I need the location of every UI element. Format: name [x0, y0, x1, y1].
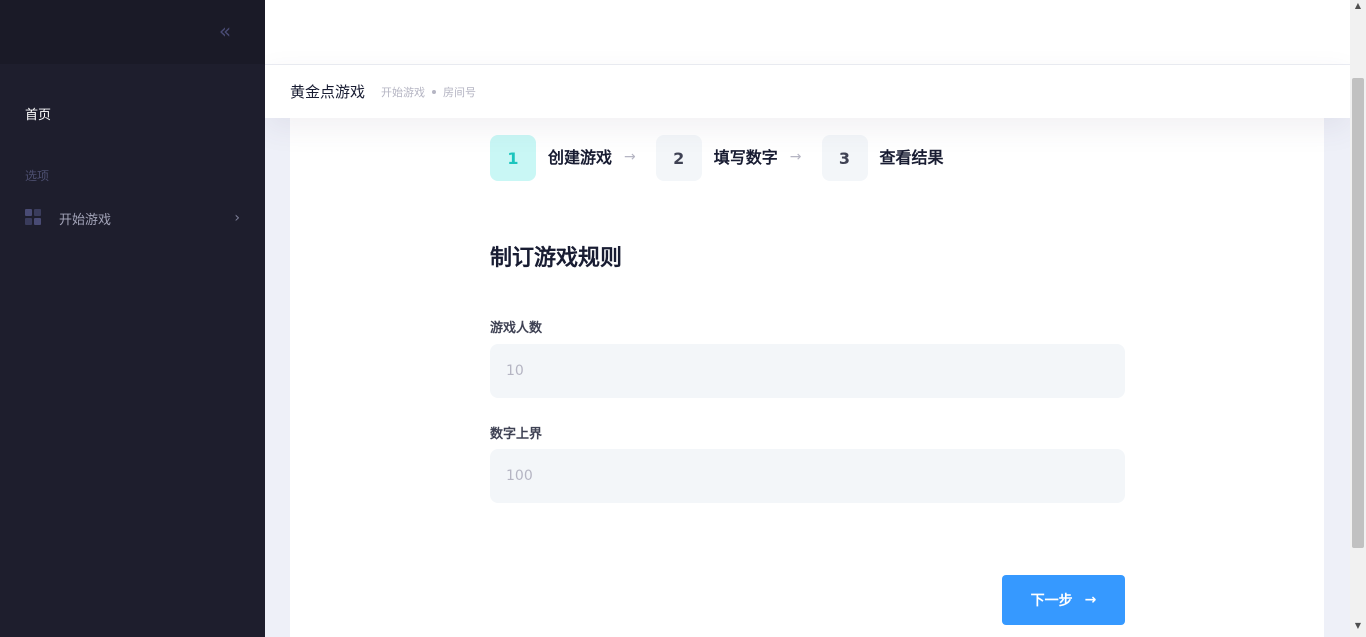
breadcrumb-item[interactable]: 房间号 — [443, 84, 476, 100]
arrow-right-icon: → — [624, 149, 636, 165]
step-number: 2 — [655, 135, 702, 181]
wizard-step-fill[interactable]: 2 填写数字 → — [655, 135, 802, 181]
wizard-card: 1 创建游戏 → 2 填写数字 → 3 查看结果 制订游戏规则 游戏人数 数字上… — [290, 118, 1324, 637]
sidebar: « 首页 选项 开始游戏 › — [0, 0, 265, 637]
vertical-scrollbar[interactable]: ▲ ▼ — [1350, 0, 1366, 637]
sidebar-item-start-game[interactable]: 开始游戏 › — [25, 206, 240, 230]
wizard-step-create[interactable]: 1 创建游戏 → — [490, 135, 636, 181]
arrow-right-icon: → — [1084, 592, 1097, 608]
step-number: 3 — [821, 135, 868, 181]
main-content: 黄金点游戏 开始游戏 房间号 1 创建游戏 → 2 填写数字 → 3 查看结果 … — [265, 0, 1350, 637]
step-label: 查看结果 — [879, 148, 944, 167]
top-header — [265, 0, 1350, 65]
scroll-down-icon[interactable]: ▼ — [1354, 622, 1362, 630]
scrollbar-thumb[interactable] — [1352, 78, 1364, 548]
next-button-label: 下一步 — [1030, 593, 1073, 609]
sidebar-item-home[interactable]: 首页 — [25, 104, 51, 123]
subheader: 黄金点游戏 开始游戏 房间号 — [265, 65, 1350, 118]
grid-icon — [25, 209, 43, 227]
breadcrumb-item[interactable]: 开始游戏 — [381, 84, 425, 100]
step-number: 1 — [490, 135, 536, 181]
upper-bound-input[interactable] — [490, 449, 1125, 503]
sidebar-brand-area: « — [0, 0, 265, 64]
sidebar-section-label: 选项 — [25, 169, 50, 183]
wizard-steps: 1 创建游戏 → 2 填写数字 → 3 查看结果 — [490, 135, 964, 181]
players-input[interactable] — [490, 344, 1125, 398]
players-label: 游戏人数 — [490, 321, 543, 336]
page-title: 黄金点游戏 — [290, 83, 366, 101]
wizard-step-results[interactable]: 3 查看结果 — [821, 135, 944, 181]
sidebar-item-label: 开始游戏 — [59, 212, 112, 228]
scroll-up-icon[interactable]: ▲ — [1354, 2, 1362, 10]
chevron-right-icon: › — [234, 210, 240, 226]
step-label: 创建游戏 — [548, 148, 613, 167]
step-label: 填写数字 — [713, 148, 778, 167]
double-chevron-left-icon[interactable]: « — [214, 20, 236, 42]
form-title: 制订游戏规则 — [490, 246, 623, 271]
upper-bound-label: 数字上界 — [490, 427, 543, 442]
breadcrumb-separator — [432, 89, 437, 94]
arrow-right-icon: → — [789, 149, 802, 165]
next-button[interactable]: 下一步 → — [1002, 575, 1125, 625]
